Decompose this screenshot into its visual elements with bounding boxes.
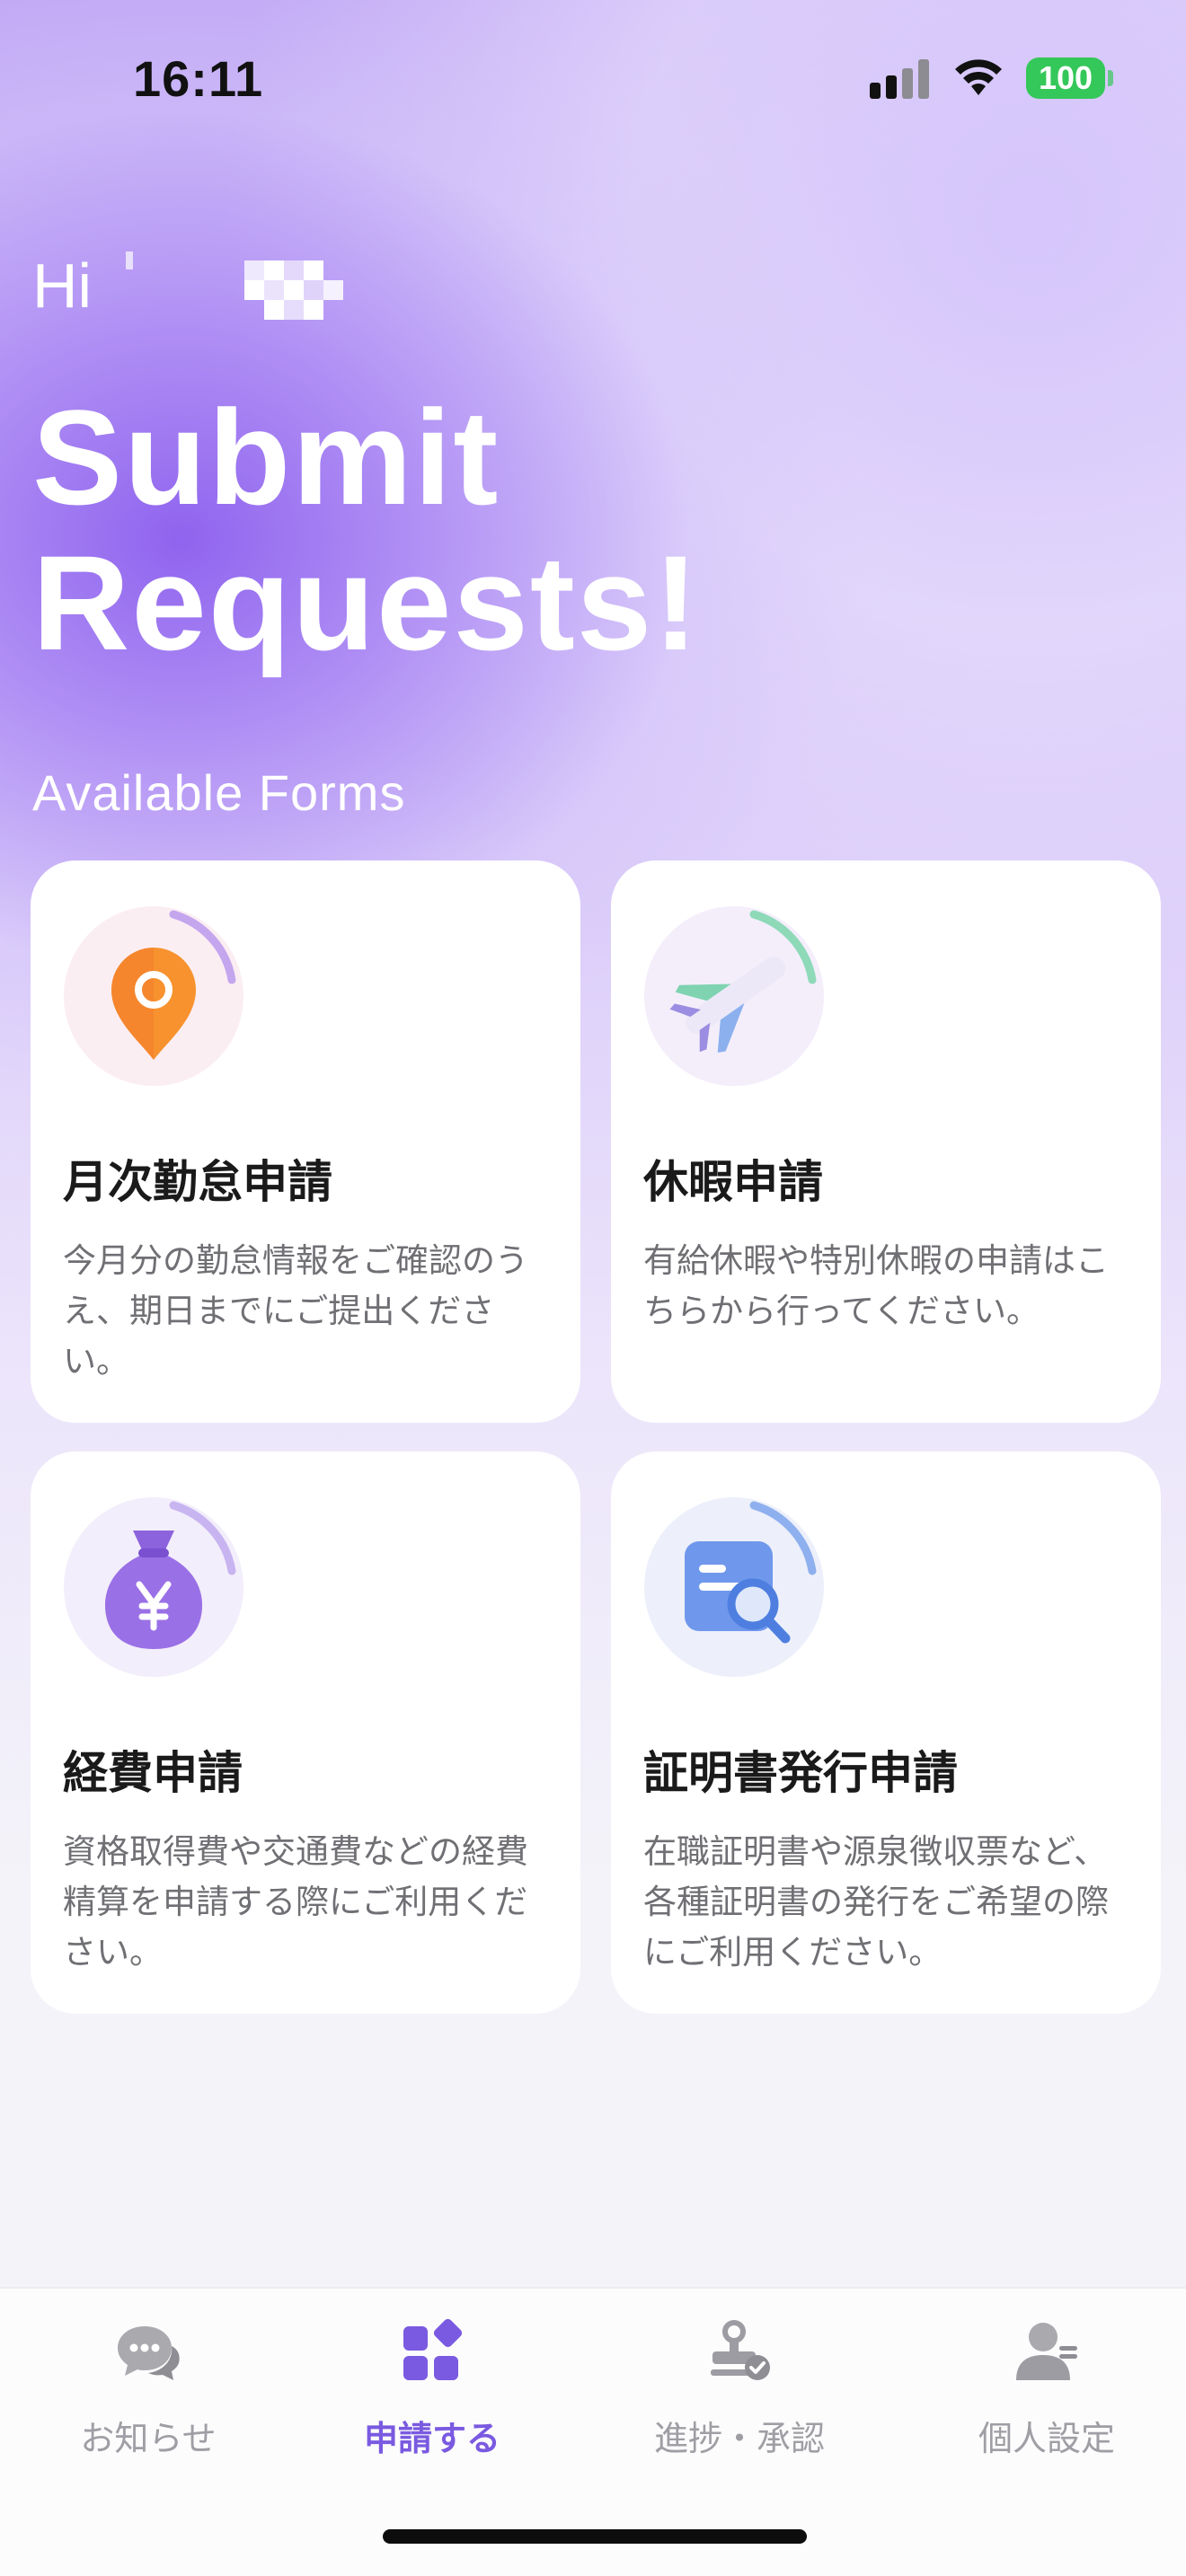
nav-label: 個人設定 [978, 2419, 1115, 2458]
document-search-icon [642, 1495, 827, 1680]
apps-grid-icon [403, 2318, 463, 2380]
nav-label: 申請する [363, 2419, 500, 2458]
cellular-signal-icon [870, 59, 931, 99]
form-title: 月次勤怠申請 [63, 1156, 332, 1208]
page-title: Submit Requests! [32, 384, 1021, 675]
page-title-line2: Requests! [32, 527, 701, 678]
status-time: 16:11 [133, 50, 264, 107]
nav-label: 進捗・承認 [653, 2419, 825, 2458]
form-card-leave[interactable]: 休暇申請 有給休暇や特別休暇の申請はこちらから行ってください。 [611, 860, 1161, 1423]
status-bar: 16:11 100 [0, 0, 1186, 157]
home-indicator [383, 2529, 807, 2544]
location-pin-icon [61, 904, 246, 1089]
person-settings-icon [1016, 2323, 1077, 2380]
yen-money-bag-icon [61, 1495, 246, 1680]
stamp-approve-icon [711, 2320, 770, 2380]
form-description: 有給休暇や特別休暇の申請はこちらから行ってください。 [643, 1241, 1109, 1330]
form-title: 証明書発行申請 [643, 1747, 958, 1799]
form-description: 資格取得費や交通費などの経費精算を申請する際にご利用ください。 [63, 1832, 528, 1972]
page-title-line1: Submit [32, 382, 500, 533]
chat-bubbles-icon [118, 2326, 180, 2380]
form-card-monthly-attendance[interactable]: 月次勤怠申請 今月分の勤怠情報をご確認のうえ、期日までにご提出ください。 [31, 860, 580, 1423]
form-title: 休暇申請 [643, 1156, 823, 1208]
available-forms-label: Available Forms [32, 764, 406, 821]
greeting-text: Hi [32, 251, 93, 321]
form-card-expense[interactable]: 経費申請 資格取得費や交通費などの経費精算を申請する際にご利用ください。 [31, 1451, 580, 2014]
nav-item-apply[interactable]: 申請する [284, 2316, 580, 2477]
form-description: 今月分の勤怠情報をご確認のうえ、期日までにご提出ください。 [63, 1241, 528, 1381]
nav-item-progress-approval[interactable]: 進捗・承認 [591, 2316, 888, 2477]
battery-indicator: 100 [1026, 57, 1105, 99]
form-card-certificate[interactable]: 証明書発行申請 在職証明書や源泉徴収票など、各種証明書の発行をご希望の際にご利用… [611, 1451, 1161, 2014]
wifi-icon [955, 59, 1002, 95]
form-description: 在職証明書や源泉徴収票など、各種証明書の発行をご希望の際にご利用ください。 [643, 1832, 1109, 1972]
battery-tip [1108, 70, 1113, 86]
nav-label: お知らせ [80, 2419, 217, 2458]
redacted-user-name [126, 251, 359, 323]
form-title: 経費申請 [63, 1747, 243, 1799]
airplane-icon [642, 904, 827, 1089]
nav-item-personal-settings[interactable]: 個人設定 [898, 2316, 1186, 2477]
nav-item-notifications[interactable]: お知らせ [0, 2316, 296, 2477]
